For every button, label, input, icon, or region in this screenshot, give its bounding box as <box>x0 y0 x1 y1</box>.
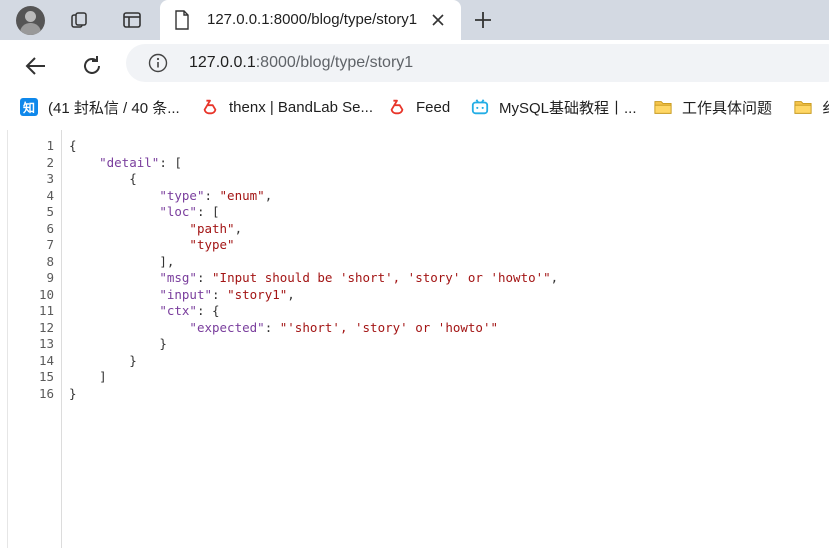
line-number: 12 <box>38 319 54 335</box>
line-number: 16 <box>38 385 54 401</box>
gutter-divider <box>61 130 62 548</box>
address-bar[interactable]: 127.0.0.1:8000/blog/type/story1 <box>126 44 829 82</box>
code-line: "loc": [ <box>159 204 220 219</box>
bookmark-bandlab[interactable]: thenx | BandLab Se... <box>201 88 373 126</box>
json-key: "type" <box>159 187 205 203</box>
line-number: 10 <box>38 286 54 302</box>
bookmark-mysql[interactable]: MySQL基础教程丨... <box>471 88 637 126</box>
json-string: "enum" <box>219 187 265 203</box>
line-number: 7 <box>46 237 54 252</box>
code-line: { <box>129 171 137 186</box>
bilibili-icon <box>471 98 489 116</box>
json-key: "msg" <box>159 270 197 285</box>
bookmark-label: 纟 <box>822 97 829 118</box>
code-line: "msg": "Input should be 'short', 'story'… <box>159 270 559 285</box>
line-number-gutter: 1 2 3 4 5 6 7 8 9 10 11 12 13 14 15 16 <box>8 138 54 402</box>
bookmark-label: MySQL基础教程丨... <box>499 99 637 117</box>
code-line: "path", <box>189 220 243 236</box>
code-line: "type": "enum", <box>159 187 273 203</box>
bandlab-icon <box>201 98 219 116</box>
code-line: "type" <box>69 237 558 254</box>
url-path: :8000/blog/type/story1 <box>255 54 414 71</box>
url-text[interactable]: 127.0.0.1:8000/blog/type/story1 <box>189 54 413 72</box>
code-line: } <box>159 336 167 351</box>
line-number: 14 <box>38 352 54 368</box>
bookmarks-bar: 知 (41 封私信 / 40 条... thenx | BandLab Se..… <box>0 88 829 126</box>
code-line: } <box>129 352 137 368</box>
profile-avatar[interactable] <box>16 6 45 35</box>
new-tab-icon[interactable] <box>468 5 498 35</box>
line-number: 11 <box>38 303 54 318</box>
code-line: { <box>69 138 77 153</box>
line-number: 6 <box>46 220 54 236</box>
tab-strip: 127.0.0.1:8000/blog/type/story1 <box>0 0 829 40</box>
code-line: "ctx": { <box>159 303 220 318</box>
bookmark-label: 工作具体问题 <box>682 99 773 117</box>
page-icon <box>174 10 190 35</box>
code-line: "input": "story1", <box>159 286 295 302</box>
bookmark-feed[interactable]: Feed <box>388 88 450 126</box>
json-key: "input" <box>159 286 212 302</box>
line-number: 2 <box>46 154 54 170</box>
code-line: "expected": "'short', 'story' or 'howto'… <box>189 319 498 335</box>
code-line: } <box>69 385 77 401</box>
line-number: 3 <box>46 171 54 186</box>
json-code[interactable]: { "detail": [ { "type": "enum", "loc": [… <box>69 138 558 402</box>
bookmark-zhihu[interactable]: 知 (41 封私信 / 40 条... <box>20 88 180 126</box>
json-key: "ctx" <box>159 303 197 318</box>
line-number: 13 <box>38 336 54 351</box>
json-viewer: 1 2 3 4 5 6 7 8 9 10 11 12 13 14 15 16 {… <box>7 130 829 548</box>
code-line: ] <box>99 369 107 384</box>
line-number: 8 <box>46 253 54 269</box>
folder-icon <box>794 98 812 116</box>
json-string: "path" <box>189 220 235 236</box>
bookmark-label: thenx | BandLab Se... <box>229 98 374 116</box>
json-key: "loc" <box>159 204 197 219</box>
tab-title: 127.0.0.1:8000/blog/type/story1 <box>207 11 418 28</box>
bandlab-icon <box>388 98 406 116</box>
workspaces-icon[interactable] <box>65 5 95 35</box>
refresh-icon[interactable] <box>76 50 108 82</box>
bookmark-folder-more[interactable]: 纟 <box>794 88 829 126</box>
code-line: "detail": [ <box>99 154 182 170</box>
line-number: 15 <box>38 369 54 384</box>
bookmark-label: Feed <box>416 98 451 116</box>
line-number: 5 <box>46 204 54 219</box>
active-tab[interactable]: 127.0.0.1:8000/blog/type/story1 <box>160 0 461 40</box>
folder-icon <box>654 98 672 116</box>
json-string: "type" <box>189 237 235 252</box>
close-tab-icon[interactable] <box>426 8 450 32</box>
code-line: ], <box>159 253 175 269</box>
json-key: "expected" <box>189 319 265 335</box>
json-string: "'short', 'story' or 'howto'" <box>279 319 498 335</box>
url-host: 127.0.0.1 <box>189 54 256 71</box>
line-number: 9 <box>46 270 54 285</box>
json-string: "story1" <box>227 286 288 302</box>
json-string: "Input should be 'short', 'story' or 'ho… <box>212 270 551 285</box>
line-number: 1 <box>46 138 54 153</box>
back-icon[interactable] <box>20 50 52 82</box>
line-number: 4 <box>46 187 54 203</box>
json-key: "detail" <box>99 154 160 170</box>
vertical-tabs-icon[interactable] <box>117 5 147 35</box>
bookmark-folder-work[interactable]: 工作具体问题 <box>654 88 772 126</box>
zhihu-icon: 知 <box>20 98 38 116</box>
bookmark-label: (41 封私信 / 40 条... <box>48 99 180 117</box>
site-info-icon[interactable] <box>148 53 168 73</box>
